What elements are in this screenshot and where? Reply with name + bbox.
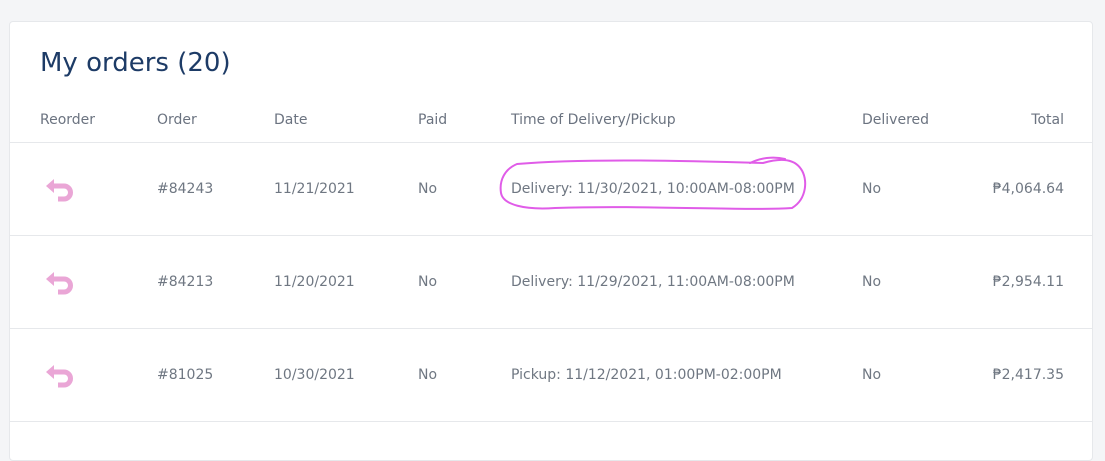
order-total: ₱2,417.35: [992, 367, 1064, 383]
order-number[interactable]: #84213: [157, 274, 213, 290]
paid-status: No: [418, 181, 438, 197]
delivered-status: No: [862, 181, 882, 197]
header-date[interactable]: Date: [274, 112, 307, 128]
paid-status: No: [418, 367, 438, 383]
orders-card: My orders (20) Reorder Order Date Paid T…: [9, 21, 1093, 461]
table-header: Reorder Order Date Paid Time of Delivery…: [10, 98, 1092, 143]
delivery-time: Delivery: 11/30/2021, 10:00AM-08:00PM: [511, 181, 795, 197]
paid-status: No: [418, 274, 438, 290]
header-order[interactable]: Order: [157, 112, 197, 128]
header-reorder: Reorder: [40, 112, 96, 128]
order-total: ₱4,064.64: [992, 181, 1064, 197]
header-time[interactable]: Time of Delivery/Pickup: [511, 112, 676, 128]
order-number[interactable]: #84243: [157, 181, 213, 197]
reorder-button[interactable]: [43, 267, 77, 297]
page-title: My orders (20): [40, 48, 231, 78]
order-total: ₱2,954.11: [992, 274, 1064, 290]
table-row[interactable]: #84213 11/20/2021 No Delivery: 11/29/202…: [10, 236, 1092, 329]
reorder-arrow-icon: [46, 365, 73, 388]
order-number[interactable]: #81025: [157, 367, 213, 383]
delivery-time: Pickup: 11/12/2021, 01:00PM-02:00PM: [511, 367, 782, 383]
order-date: 10/30/2021: [274, 367, 355, 383]
order-date: 11/21/2021: [274, 181, 355, 197]
header-delivered[interactable]: Delivered: [862, 112, 929, 128]
delivered-status: No: [862, 274, 882, 290]
table-row[interactable]: #84243 11/21/2021 No Delivery: 11/30/202…: [10, 143, 1092, 236]
order-date: 11/20/2021: [274, 274, 355, 290]
reorder-arrow-icon: [46, 179, 73, 202]
table-row[interactable]: #81025 10/30/2021 No Pickup: 11/12/2021,…: [10, 329, 1092, 422]
delivered-status: No: [862, 367, 882, 383]
reorder-button[interactable]: [43, 174, 77, 204]
header-total[interactable]: Total: [1031, 112, 1064, 128]
reorder-button[interactable]: [43, 360, 77, 390]
delivery-time: Delivery: 11/29/2021, 11:00AM-08:00PM: [511, 274, 795, 290]
header-paid[interactable]: Paid: [418, 112, 447, 128]
reorder-arrow-icon: [46, 272, 73, 295]
